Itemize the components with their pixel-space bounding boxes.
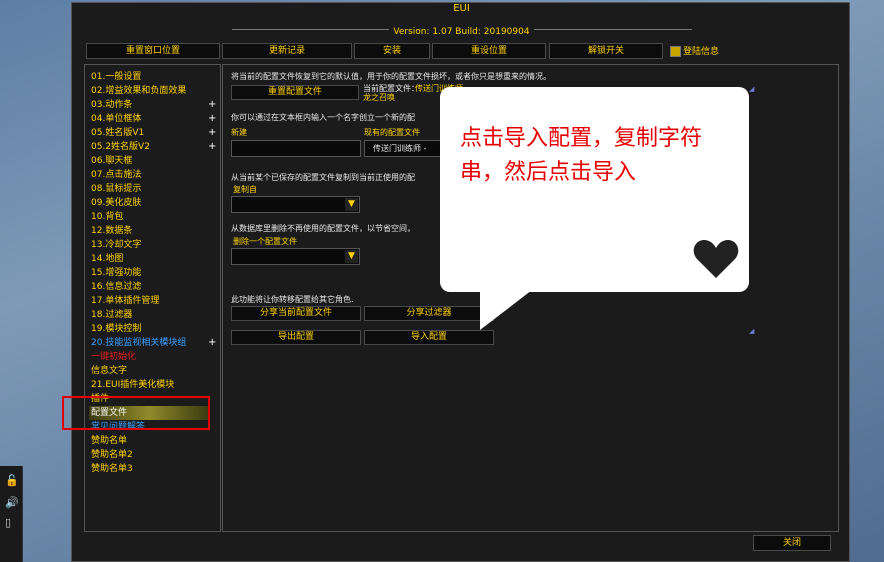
- transfer-text: 此功能将让你转移配置给其它角色.: [231, 295, 354, 304]
- lock-icon[interactable]: 🔓: [5, 474, 19, 487]
- nav-item[interactable]: 08.鼠标提示: [91, 182, 141, 196]
- expand-plus-icon[interactable]: +: [208, 113, 216, 124]
- nav-item[interactable]: 18.过滤器: [91, 308, 132, 322]
- delete-profile-dropdown[interactable]: ▼: [231, 248, 360, 265]
- nav-item[interactable]: 16.信息过滤: [91, 280, 141, 294]
- nav-item[interactable]: 03.动作条: [91, 98, 132, 112]
- resize-mark: ◢: [749, 85, 755, 93]
- expand-plus-icon[interactable]: +: [208, 127, 216, 138]
- nav-item[interactable]: 14.地图: [91, 252, 123, 266]
- chevron-down-icon[interactable]: ▼: [345, 250, 358, 263]
- nav-item[interactable]: 02.增益效果和负面效果: [91, 84, 186, 98]
- annotation-highlight-box: [62, 396, 210, 430]
- callout-text: 点击导入配置，复制字符串，然后点击导入: [460, 126, 703, 185]
- share-profile-button[interactable]: 分享当前配置文件: [231, 306, 361, 321]
- side-toolbar: 🔓 🔊 ▯: [0, 466, 23, 562]
- nav-item[interactable]: 12.数据条: [91, 224, 132, 238]
- nav-item[interactable]: 20.技能监视相关模块组: [91, 336, 186, 350]
- existing-profile-dropdown[interactable]: 传送门训练师 -: [364, 140, 444, 157]
- reset-position-button[interactable]: 重设位置: [432, 43, 546, 59]
- reset-profile-button[interactable]: 重置配置文件: [231, 85, 359, 100]
- unlock-toggle-button[interactable]: 解锁开关: [549, 43, 663, 59]
- nav-item[interactable]: 一键初始化: [91, 350, 136, 364]
- nav-item[interactable]: 04.单位框体: [91, 112, 141, 126]
- export-profile-button[interactable]: 导出配置: [231, 330, 361, 345]
- nav-item[interactable]: 21.EUI插件美化模块: [91, 378, 174, 392]
- expand-plus-icon[interactable]: +: [208, 99, 216, 110]
- nav-item[interactable]: 07.点击施法: [91, 168, 141, 182]
- nav-item[interactable]: 01.一般设置: [91, 70, 141, 84]
- trash-icon[interactable]: ▯: [5, 516, 11, 529]
- nav-item[interactable]: 06.聊天框: [91, 154, 132, 168]
- nav-item[interactable]: 赞助名单2: [91, 448, 133, 462]
- copy-from-dropdown[interactable]: ▼: [231, 196, 360, 213]
- resize-mark: ◢: [749, 327, 755, 335]
- close-button[interactable]: 关闭: [753, 535, 831, 551]
- existing-profile-value: 传送门训练师 -: [373, 144, 427, 153]
- callout-tail: [480, 290, 532, 330]
- current-profile-sub: 龙之召唤: [363, 93, 395, 102]
- login-info-label: 登陆信息: [683, 47, 720, 57]
- new-profile-input[interactable]: [231, 140, 361, 157]
- nav-item[interactable]: 15.增强功能: [91, 266, 141, 280]
- delete-profile-text: 从数据库里删除不再使用的配置文件，以节省空间，: [231, 224, 415, 233]
- sidebar-nav: 01.一般设置 02.增益效果和负面效果 03.动作条 +04.单位框体 +05.姓名版…: [84, 64, 221, 532]
- existing-profile-label: 现有的配置文件: [364, 128, 420, 137]
- copy-from-label: 复制自: [233, 185, 257, 194]
- share-filter-button[interactable]: 分享过滤器: [364, 306, 494, 321]
- nav-item[interactable]: 17.单体插件管理: [91, 294, 159, 308]
- nav-item[interactable]: 信息文字: [91, 364, 127, 378]
- reset-window-position-button[interactable]: 重置窗口位置: [86, 43, 220, 59]
- expand-plus-icon[interactable]: +: [208, 337, 216, 348]
- nav-item[interactable]: 赞助名单: [91, 434, 127, 448]
- version-text: Version: 1.07 Build: 20190904: [389, 27, 534, 37]
- window-title: EUI: [453, 3, 470, 14]
- copy-profile-text: 从当前某个已保存的配置文件复制到当前正使用的配: [231, 173, 415, 182]
- delete-profile-label: 删除一个配置文件: [233, 237, 297, 246]
- heart-icon: [693, 240, 739, 278]
- chevron-down-icon[interactable]: ▼: [345, 198, 358, 211]
- speaker-icon[interactable]: 🔊: [5, 496, 19, 509]
- intro-text: 将当前的配置文件恢复到它的默认值，用于你的配置文件损坏，或者你只是想重来的情况。: [231, 72, 551, 81]
- install-button[interactable]: 安装: [354, 43, 430, 59]
- login-info-checkbox[interactable]: [670, 46, 681, 57]
- nav-item[interactable]: 13.冷却文字: [91, 238, 141, 252]
- version-label: Version: 1.07 Build: 20190904: [72, 27, 851, 37]
- nav-item[interactable]: 05.2姓名版V2: [91, 140, 150, 154]
- expand-plus-icon[interactable]: +: [208, 141, 216, 152]
- changelog-button[interactable]: 更新记录: [222, 43, 352, 59]
- nav-item[interactable]: 05.姓名版V1: [91, 126, 144, 140]
- nav-item[interactable]: 赞助名单3: [91, 462, 133, 476]
- nav-item[interactable]: 09.美化皮肤: [91, 196, 141, 210]
- new-profile-text: 你可以通过在文本框内输入一个名字创立一个新的配: [231, 113, 415, 122]
- new-profile-label: 新建: [231, 128, 247, 137]
- import-profile-button[interactable]: 导入配置: [364, 330, 494, 345]
- nav-item[interactable]: 10.背包: [91, 210, 123, 224]
- nav-item[interactable]: 19.模块控制: [91, 322, 141, 336]
